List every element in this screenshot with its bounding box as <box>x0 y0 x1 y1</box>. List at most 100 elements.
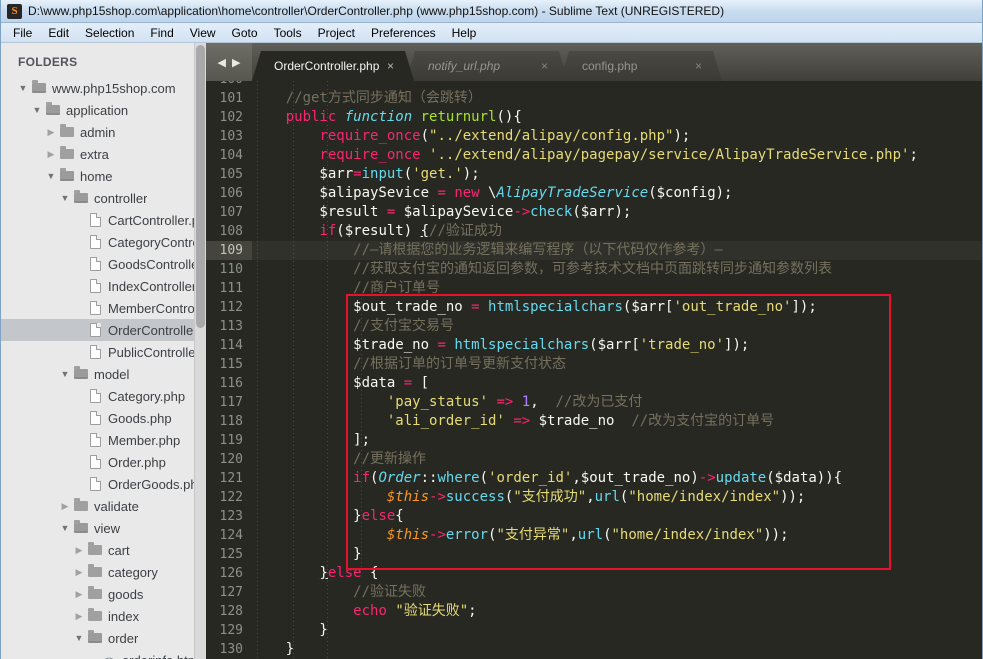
menu-item-edit[interactable]: Edit <box>40 24 77 42</box>
sidebar-item-cart[interactable]: ▶ cart <box>1 539 206 561</box>
code-line-100[interactable]: 100 <box>206 81 982 89</box>
line-text: $arr=input('get.'); <box>252 166 480 182</box>
chevron-right-icon[interactable]: ▶ <box>74 589 84 600</box>
sidebar-item-controller[interactable]: ▼ controller <box>1 187 206 209</box>
code-line-109[interactable]: 109 //—请根据您的业务逻辑来编写程序（以下代码仅作参考）— <box>206 241 982 260</box>
code-line-123[interactable]: 123 }else{ <box>206 507 982 526</box>
chevron-right-icon[interactable]: ▶ <box>46 149 56 160</box>
sidebar-item-home[interactable]: ▼ home <box>1 165 206 187</box>
code-line-112[interactable]: 112 $out_trade_no = htmlspecialchars($ar… <box>206 298 982 317</box>
chevron-down-icon[interactable]: ▼ <box>60 369 70 379</box>
code-line-115[interactable]: 115 //根据订单的订单号更新支付状态 <box>206 355 982 374</box>
code-line-117[interactable]: 117 'pay_status' => 1, //改为已支付 <box>206 393 982 412</box>
chevron-right-icon[interactable]: ▶ <box>46 127 56 138</box>
code-line-125[interactable]: 125 } <box>206 545 982 564</box>
code-line-126[interactable]: 126 }else { <box>206 564 982 583</box>
menu-item-find[interactable]: Find <box>142 24 181 42</box>
menu-item-tools[interactable]: Tools <box>266 24 310 42</box>
sidebar-item-goodscontroller-php[interactable]: GoodsController.php <box>1 253 206 275</box>
chevron-down-icon[interactable]: ▼ <box>60 523 70 533</box>
chevron-down-icon[interactable]: ▼ <box>46 171 56 181</box>
sidebar-item-extra[interactable]: ▶ extra <box>1 143 206 165</box>
sidebar-item-ordergoods-php[interactable]: OrderGoods.php <box>1 473 206 495</box>
chevron-down-icon[interactable]: ▼ <box>74 633 84 643</box>
code-line-121[interactable]: 121 if(Order::where('order_id',$out_trad… <box>206 469 982 488</box>
code-line-128[interactable]: 128 echo "验证失败"; <box>206 602 982 621</box>
line-number: 117 <box>219 395 243 410</box>
sidebar-item-categorycontroller-php[interactable]: CategoryController.php <box>1 231 206 253</box>
tab-config-php[interactable]: config.php × <box>560 51 722 81</box>
sidebar-item-goods[interactable]: ▶ goods <box>1 583 206 605</box>
code-line-124[interactable]: 124 $this->error("支付异常",url("home/index/… <box>206 526 982 545</box>
sidebar-item-indexcontroller-php[interactable]: IndexController.php <box>1 275 206 297</box>
tab-scroll-right-icon[interactable]: ▶ <box>232 56 240 69</box>
code-line-110[interactable]: 110 //获取支付宝的通知返回参数，可参考技术文档中页面跳转同步通知参数列表 <box>206 260 982 279</box>
chevron-right-icon[interactable]: ▶ <box>74 545 84 556</box>
menu-item-project[interactable]: Project <box>310 24 363 42</box>
menu-item-help[interactable]: Help <box>444 24 485 42</box>
code-line-106[interactable]: 106 $alipaySevice = new \AlipayTradeServ… <box>206 184 982 203</box>
line-text: //get方式同步通知（会跳转） <box>252 90 482 106</box>
sidebar-item-application[interactable]: ▼ application <box>1 99 206 121</box>
sublime-text-window: S D:\www.php15shop.com\application\home\… <box>0 0 983 659</box>
code-line-101[interactable]: 101 //get方式同步通知（会跳转） <box>206 89 982 108</box>
code-line-120[interactable]: 120 //更新操作 <box>206 450 982 469</box>
sidebar-item-publiccontroller-php[interactable]: PublicController.php <box>1 341 206 363</box>
menu-item-file[interactable]: File <box>5 24 40 42</box>
sidebar-item-index[interactable]: ▶ index <box>1 605 206 627</box>
code-line-118[interactable]: 118 'ali_order_id' => $trade_no //改为支付宝的… <box>206 412 982 431</box>
sidebar-item-cartcontroller-php[interactable]: CartController.php <box>1 209 206 231</box>
close-icon[interactable]: × <box>695 59 702 73</box>
line-text: $trade_no = htmlspecialchars($arr['trade… <box>252 337 750 353</box>
code-line-103[interactable]: 103 require_once("../extend/alipay/confi… <box>206 127 982 146</box>
tab-notify-url-php[interactable]: notify_url.php × <box>406 51 568 81</box>
code-line-108[interactable]: 108 if($result) {//验证成功 <box>206 222 982 241</box>
tab-ordercontroller-php[interactable]: OrderController.php × <box>252 51 414 81</box>
sidebar-item-orderinfo-html[interactable]: <> orderinfo.html <box>1 649 206 659</box>
chevron-down-icon[interactable]: ▼ <box>60 193 70 203</box>
menu-item-goto[interactable]: Goto <box>224 24 266 42</box>
sidebar-item-membercontroller-php[interactable]: MemberController.php <box>1 297 206 319</box>
sidebar-item-view[interactable]: ▼ view <box>1 517 206 539</box>
sidebar-item-model[interactable]: ▼ model <box>1 363 206 385</box>
menu-item-preferences[interactable]: Preferences <box>363 24 444 42</box>
line-text: //验证失败 <box>252 584 427 600</box>
sidebar-item-ordercontroller-php[interactable]: OrderController.php <box>1 319 206 341</box>
sidebar-item-admin[interactable]: ▶ admin <box>1 121 206 143</box>
sidebar-scrollbar-thumb[interactable] <box>196 45 205 329</box>
code-line-130[interactable]: 130 } <box>206 640 982 659</box>
code-line-122[interactable]: 122 $this->success("支付成功",url("home/inde… <box>206 488 982 507</box>
menu-item-view[interactable]: View <box>182 24 224 42</box>
code-line-127[interactable]: 127 //验证失败 <box>206 583 982 602</box>
code-line-119[interactable]: 119 ]; <box>206 431 982 450</box>
close-icon[interactable]: × <box>541 59 548 73</box>
sidebar-item-order[interactable]: ▼ order <box>1 627 206 649</box>
chevron-right-icon[interactable]: ▶ <box>74 611 84 622</box>
sidebar-item-order-php[interactable]: Order.php <box>1 451 206 473</box>
code-line-113[interactable]: 113 //支付宝交易号 <box>206 317 982 336</box>
code-line-114[interactable]: 114 $trade_no = htmlspecialchars($arr['t… <box>206 336 982 355</box>
chevron-right-icon[interactable]: ▶ <box>60 501 70 512</box>
line-text: //更新操作 <box>252 451 427 467</box>
sidebar-item-validate[interactable]: ▶ validate <box>1 495 206 517</box>
sidebar-scrollbar[interactable] <box>194 43 206 659</box>
chevron-down-icon[interactable]: ▼ <box>32 105 42 115</box>
tab-scroll-left-icon[interactable]: ◀ <box>218 56 226 69</box>
sidebar-item-category-php[interactable]: Category.php <box>1 385 206 407</box>
sidebar-item-member-php[interactable]: Member.php <box>1 429 206 451</box>
sidebar-item-category[interactable]: ▶ category <box>1 561 206 583</box>
code-line-102[interactable]: 102 public function returnurl(){ <box>206 108 982 127</box>
menu-item-selection[interactable]: Selection <box>77 24 142 42</box>
chevron-down-icon[interactable]: ▼ <box>18 83 28 93</box>
code-line-116[interactable]: 116 $data = [ <box>206 374 982 393</box>
code-line-104[interactable]: 104 require_once '../extend/alipay/pagep… <box>206 146 982 165</box>
code-line-105[interactable]: 105 $arr=input('get.'); <box>206 165 982 184</box>
chevron-right-icon[interactable]: ▶ <box>74 567 84 578</box>
sidebar-item-goods-php[interactable]: Goods.php <box>1 407 206 429</box>
code-line-129[interactable]: 129 } <box>206 621 982 640</box>
code-line-111[interactable]: 111 //商户订单号 <box>206 279 982 298</box>
code-line-107[interactable]: 107 $result = $alipaySevice->check($arr)… <box>206 203 982 222</box>
close-icon[interactable]: × <box>387 59 394 73</box>
tree-item-label: orderinfo.html <box>122 653 201 659</box>
sidebar-item-www-php15shop-com[interactable]: ▼ www.php15shop.com <box>1 77 206 99</box>
